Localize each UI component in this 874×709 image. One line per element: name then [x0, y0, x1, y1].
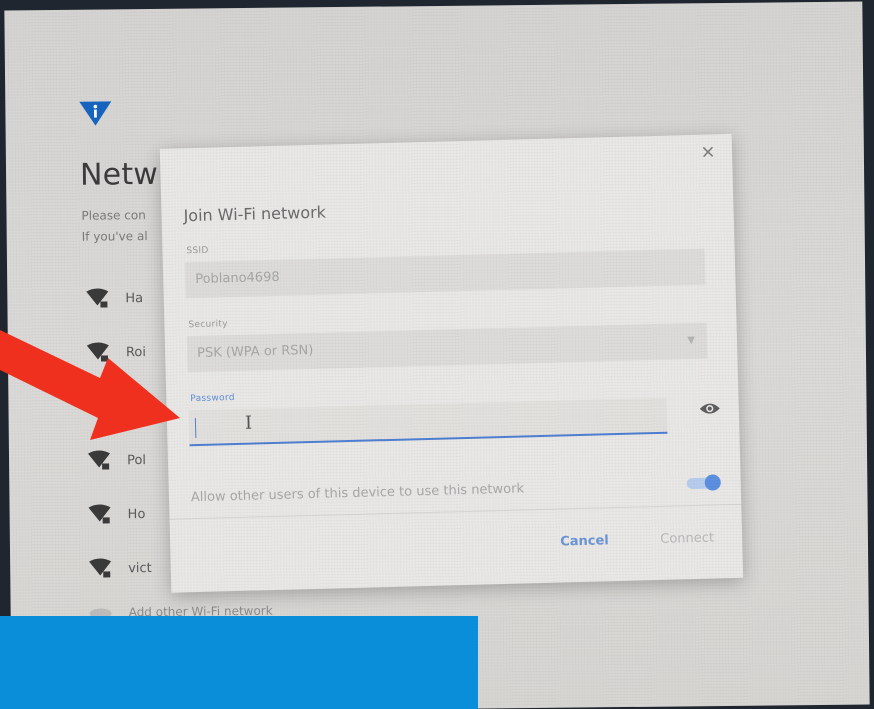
network-list-item[interactable]: vict: [88, 553, 152, 584]
cancel-button[interactable]: Cancel: [560, 533, 609, 549]
ibeam-cursor: I: [244, 412, 253, 434]
security-select[interactable]: PSK (WPA or RSN) ▼: [186, 322, 708, 373]
password-input[interactable]: I: [188, 397, 668, 447]
caption-bar: [0, 616, 478, 709]
network-name: Pol: [126, 452, 147, 468]
join-wifi-dialog: × Join Wi-Fi network SSID Poblano4698 Se…: [159, 133, 744, 593]
wifi-lock-icon: [88, 504, 111, 524]
ssid-label: SSID: [186, 245, 209, 257]
wifi-lock-icon: [87, 450, 110, 470]
close-icon[interactable]: ×: [698, 141, 719, 163]
network-name: Ho: [127, 506, 146, 522]
info-shield-icon: [79, 101, 112, 126]
toggle-knob: [704, 474, 721, 491]
allow-shared-label: Allow other users of this device to use …: [190, 481, 525, 506]
chevron-down-icon: ▼: [687, 334, 696, 347]
ssid-field[interactable]: Poblano4698: [184, 248, 706, 299]
eye-icon[interactable]: [699, 400, 721, 417]
wifi-lock-icon: [89, 558, 112, 578]
network-list-item[interactable]: Ho: [87, 499, 145, 530]
description-line: If you've al: [81, 229, 148, 244]
page-title: Netw: [79, 156, 159, 193]
dialog-divider: [169, 503, 742, 520]
dialog-title: Join Wi-Fi network: [183, 202, 327, 226]
allow-shared-toggle[interactable]: [686, 474, 721, 491]
description-line: Please con: [81, 208, 146, 223]
network-name: vict: [128, 560, 152, 576]
connect-button[interactable]: Connect: [648, 524, 727, 554]
page-description: Please con If you've al: [81, 205, 147, 248]
annotation-arrow: [0, 330, 180, 440]
ssid-value: Poblano4698: [195, 269, 280, 288]
